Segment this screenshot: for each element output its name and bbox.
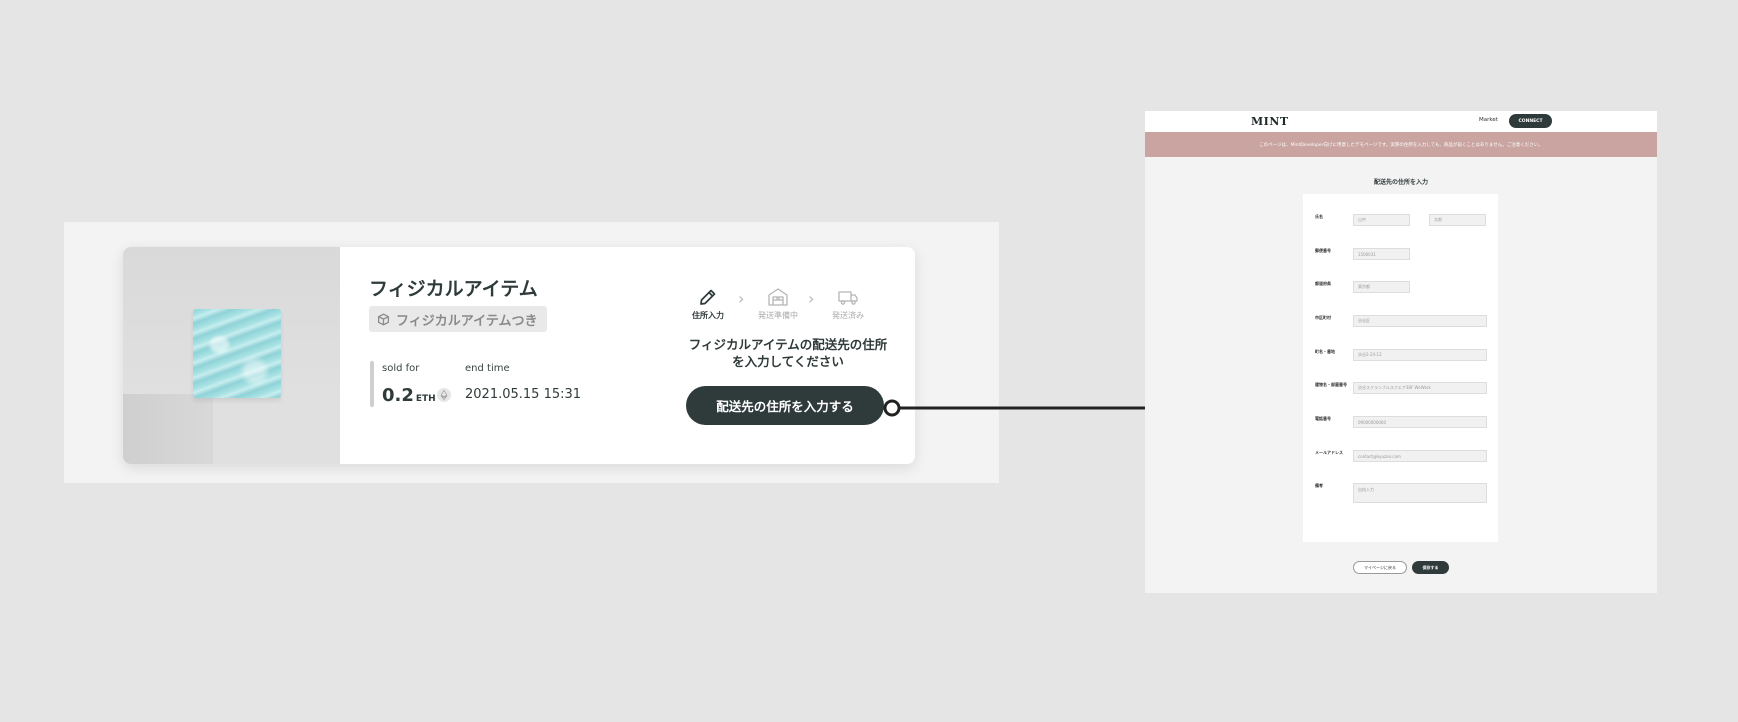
step-label: 発送済み (832, 311, 864, 320)
item-card: フィジカルアイテム フィジカルアイテムつき sold for end time … (123, 247, 915, 464)
box-icon (377, 313, 390, 325)
address-form: 氏名 山中 太郎 郵便番号 1500031 都道府県 東京都 市区町村 渋谷区 … (1303, 194, 1498, 542)
step-shipped: 発送済み (828, 287, 868, 321)
field-label: 備考 (1315, 483, 1323, 488)
price-divider (370, 361, 374, 407)
shipping-steps: 住所入力 › 発送準備中 › 発送済み (688, 287, 864, 327)
back-to-mypage-button[interactable]: マイページに戻る (1353, 561, 1407, 574)
field-label: メールアドレス (1315, 450, 1343, 455)
connect-button[interactable]: CONNECT (1509, 114, 1552, 128)
street-input[interactable]: 渋谷2-24-12 (1353, 349, 1487, 361)
end-time-label: end time (465, 363, 510, 374)
item-title: フィジカルアイテム (369, 278, 538, 300)
postal-code-input[interactable]: 1500031 (1353, 248, 1410, 260)
step-preparing: 発送準備中 (758, 287, 798, 321)
warehouse-icon (768, 288, 788, 306)
email-input[interactable]: contact@kyuzan.com (1353, 450, 1487, 462)
physical-item-badge: フィジカルアイテムつき (369, 306, 548, 332)
field-label: 市区町村 (1315, 315, 1331, 320)
step-label: 発送準備中 (758, 311, 798, 320)
mint-logo[interactable]: MINT (1251, 115, 1289, 128)
demo-banner: このページは、MintDeveloper向けに用意したデモページです。実際の住所… (1145, 132, 1657, 157)
price-unit: ETH (415, 394, 436, 404)
step-label: 住所入力 (692, 311, 724, 320)
building-input[interactable]: 渋谷スクランブルスクエア38F WeWork (1353, 382, 1487, 394)
nav-market-link[interactable]: Market (1479, 117, 1498, 123)
pencil-icon (700, 289, 716, 305)
city-input[interactable]: 渋谷区 (1353, 315, 1487, 327)
field-label: 氏名 (1315, 214, 1323, 219)
save-button[interactable]: 保存する (1412, 561, 1449, 574)
address-form-screenshot: MINT Market CONNECT このページは、MintDeveloper… (1145, 111, 1657, 593)
last-name-input[interactable]: 山中 (1353, 214, 1410, 226)
truck-icon (838, 291, 858, 305)
chevron-right-icon: › (738, 289, 745, 308)
end-time-value: 2021.05.15 15:31 (465, 387, 582, 402)
field-label: 電話番号 (1315, 416, 1331, 421)
price-value: 0.2 (382, 385, 414, 406)
price: 0.2 ETH (382, 385, 436, 406)
first-name-input[interactable]: 太郎 (1429, 214, 1486, 226)
item-thumbnail[interactable] (123, 247, 340, 464)
enter-address-button[interactable]: 配送先の住所を入力する (686, 386, 884, 425)
field-label: 町名・番地 (1315, 349, 1335, 354)
top-nav: MINT Market CONNECT (1145, 111, 1657, 132)
field-label: 都道府県 (1315, 281, 1331, 286)
field-label: 建物名・部屋番号 (1315, 382, 1347, 387)
step-address-input: 住所入力 (688, 287, 728, 321)
sold-for-label: sold for (382, 363, 420, 374)
badge-label: フィジカルアイテムつき (396, 313, 538, 329)
notes-textarea[interactable]: 自由入力 (1353, 483, 1487, 503)
chevron-right-icon: › (808, 289, 815, 308)
field-label: 郵便番号 (1315, 248, 1331, 253)
prefecture-input[interactable]: 東京都 (1353, 281, 1410, 293)
instruction-message: フィジカルアイテムの配送先の住所 を入力してください (688, 337, 888, 369)
phone-input[interactable]: 09000000000 (1353, 416, 1487, 428)
marble-cube-image (193, 309, 281, 398)
form-title: 配送先の住所を入力 (1373, 179, 1428, 186)
ethereum-icon (437, 388, 451, 402)
